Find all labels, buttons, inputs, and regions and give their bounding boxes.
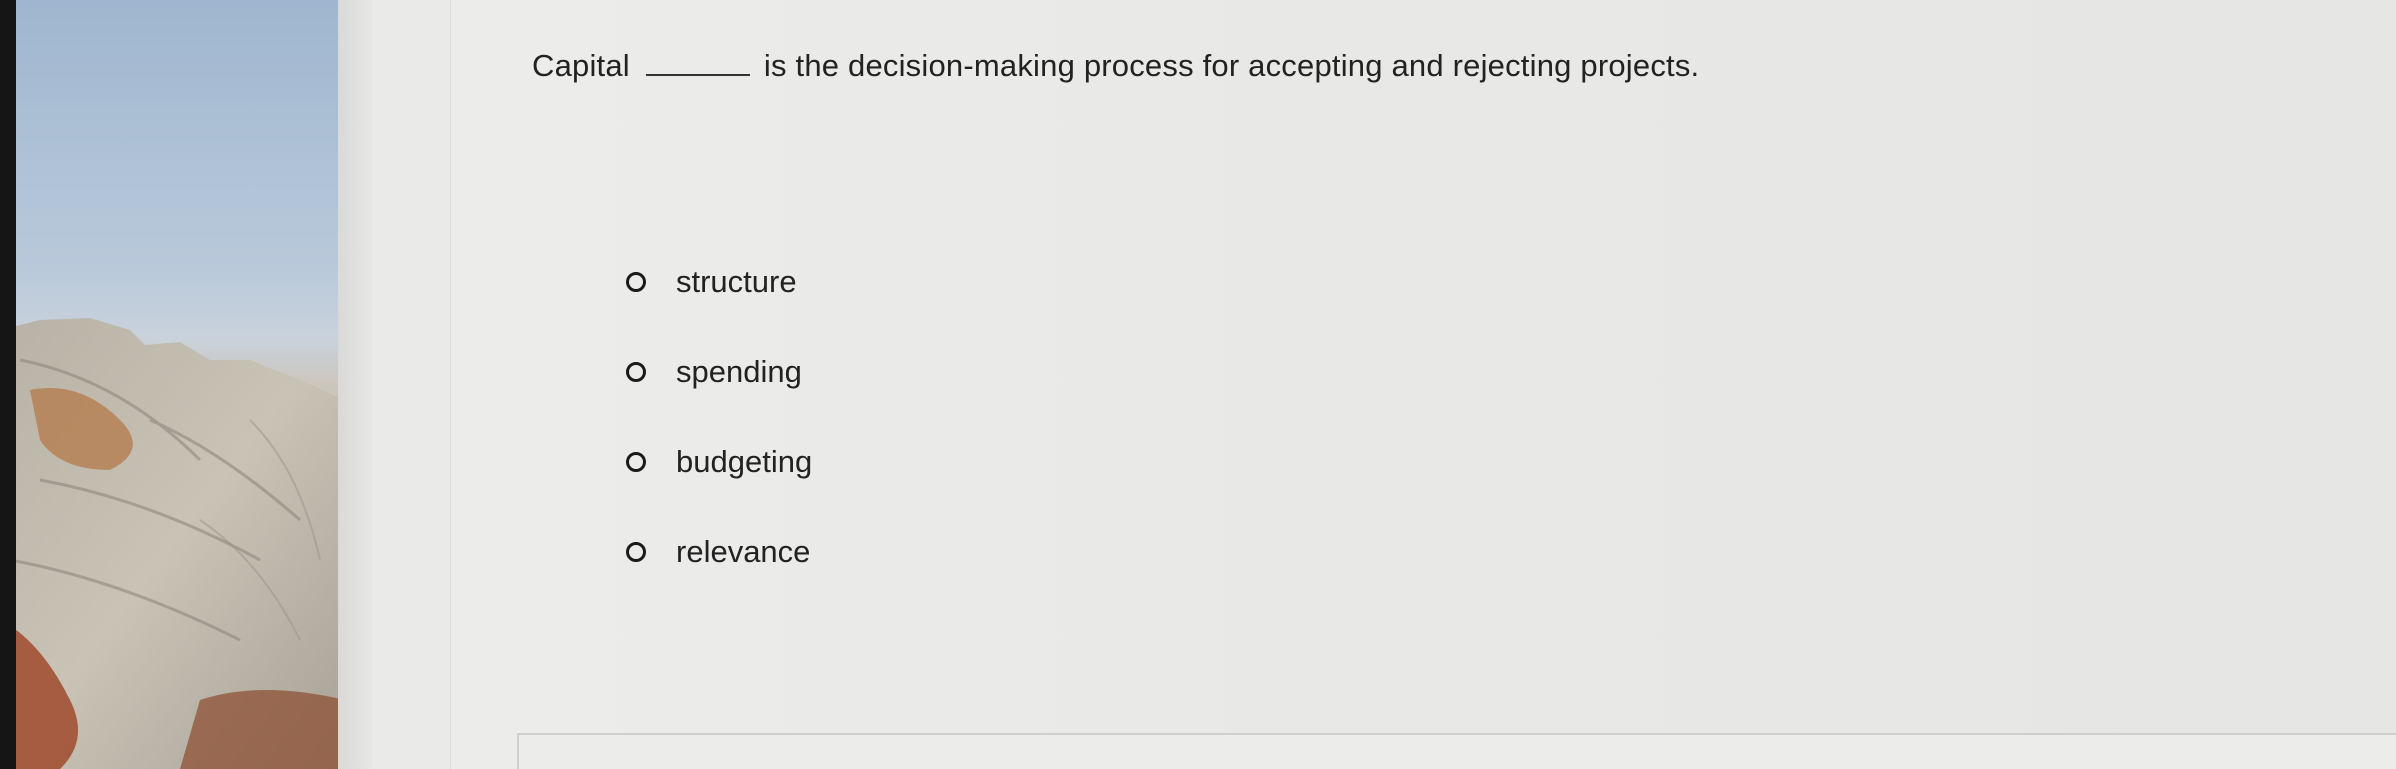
next-section-box xyxy=(517,733,2396,769)
radio-button[interactable] xyxy=(626,362,646,382)
question-blank xyxy=(645,73,750,76)
radio-button[interactable] xyxy=(626,542,646,562)
radio-button[interactable] xyxy=(626,272,646,292)
option-relevance[interactable]: relevance xyxy=(626,534,810,570)
option-label: budgeting xyxy=(676,444,813,479)
question-prefix: Capital xyxy=(532,48,630,83)
screen-bezel xyxy=(0,0,16,769)
option-spending[interactable]: spending xyxy=(626,354,802,390)
question-suffix: is the decision-making process for accep… xyxy=(763,48,1700,83)
option-label: spending xyxy=(676,354,802,389)
page-gutter xyxy=(338,0,373,769)
option-budgeting[interactable]: budgeting xyxy=(626,444,812,480)
radio-button[interactable] xyxy=(626,452,646,472)
page-left-margin xyxy=(372,0,451,769)
question-text: Capital is the decision-making process fo… xyxy=(532,48,1699,84)
rock-landscape-image xyxy=(0,318,345,769)
option-label: structure xyxy=(676,264,797,299)
option-structure[interactable]: structure xyxy=(626,264,797,300)
desktop-wallpaper xyxy=(0,0,345,769)
option-label: relevance xyxy=(676,534,811,569)
